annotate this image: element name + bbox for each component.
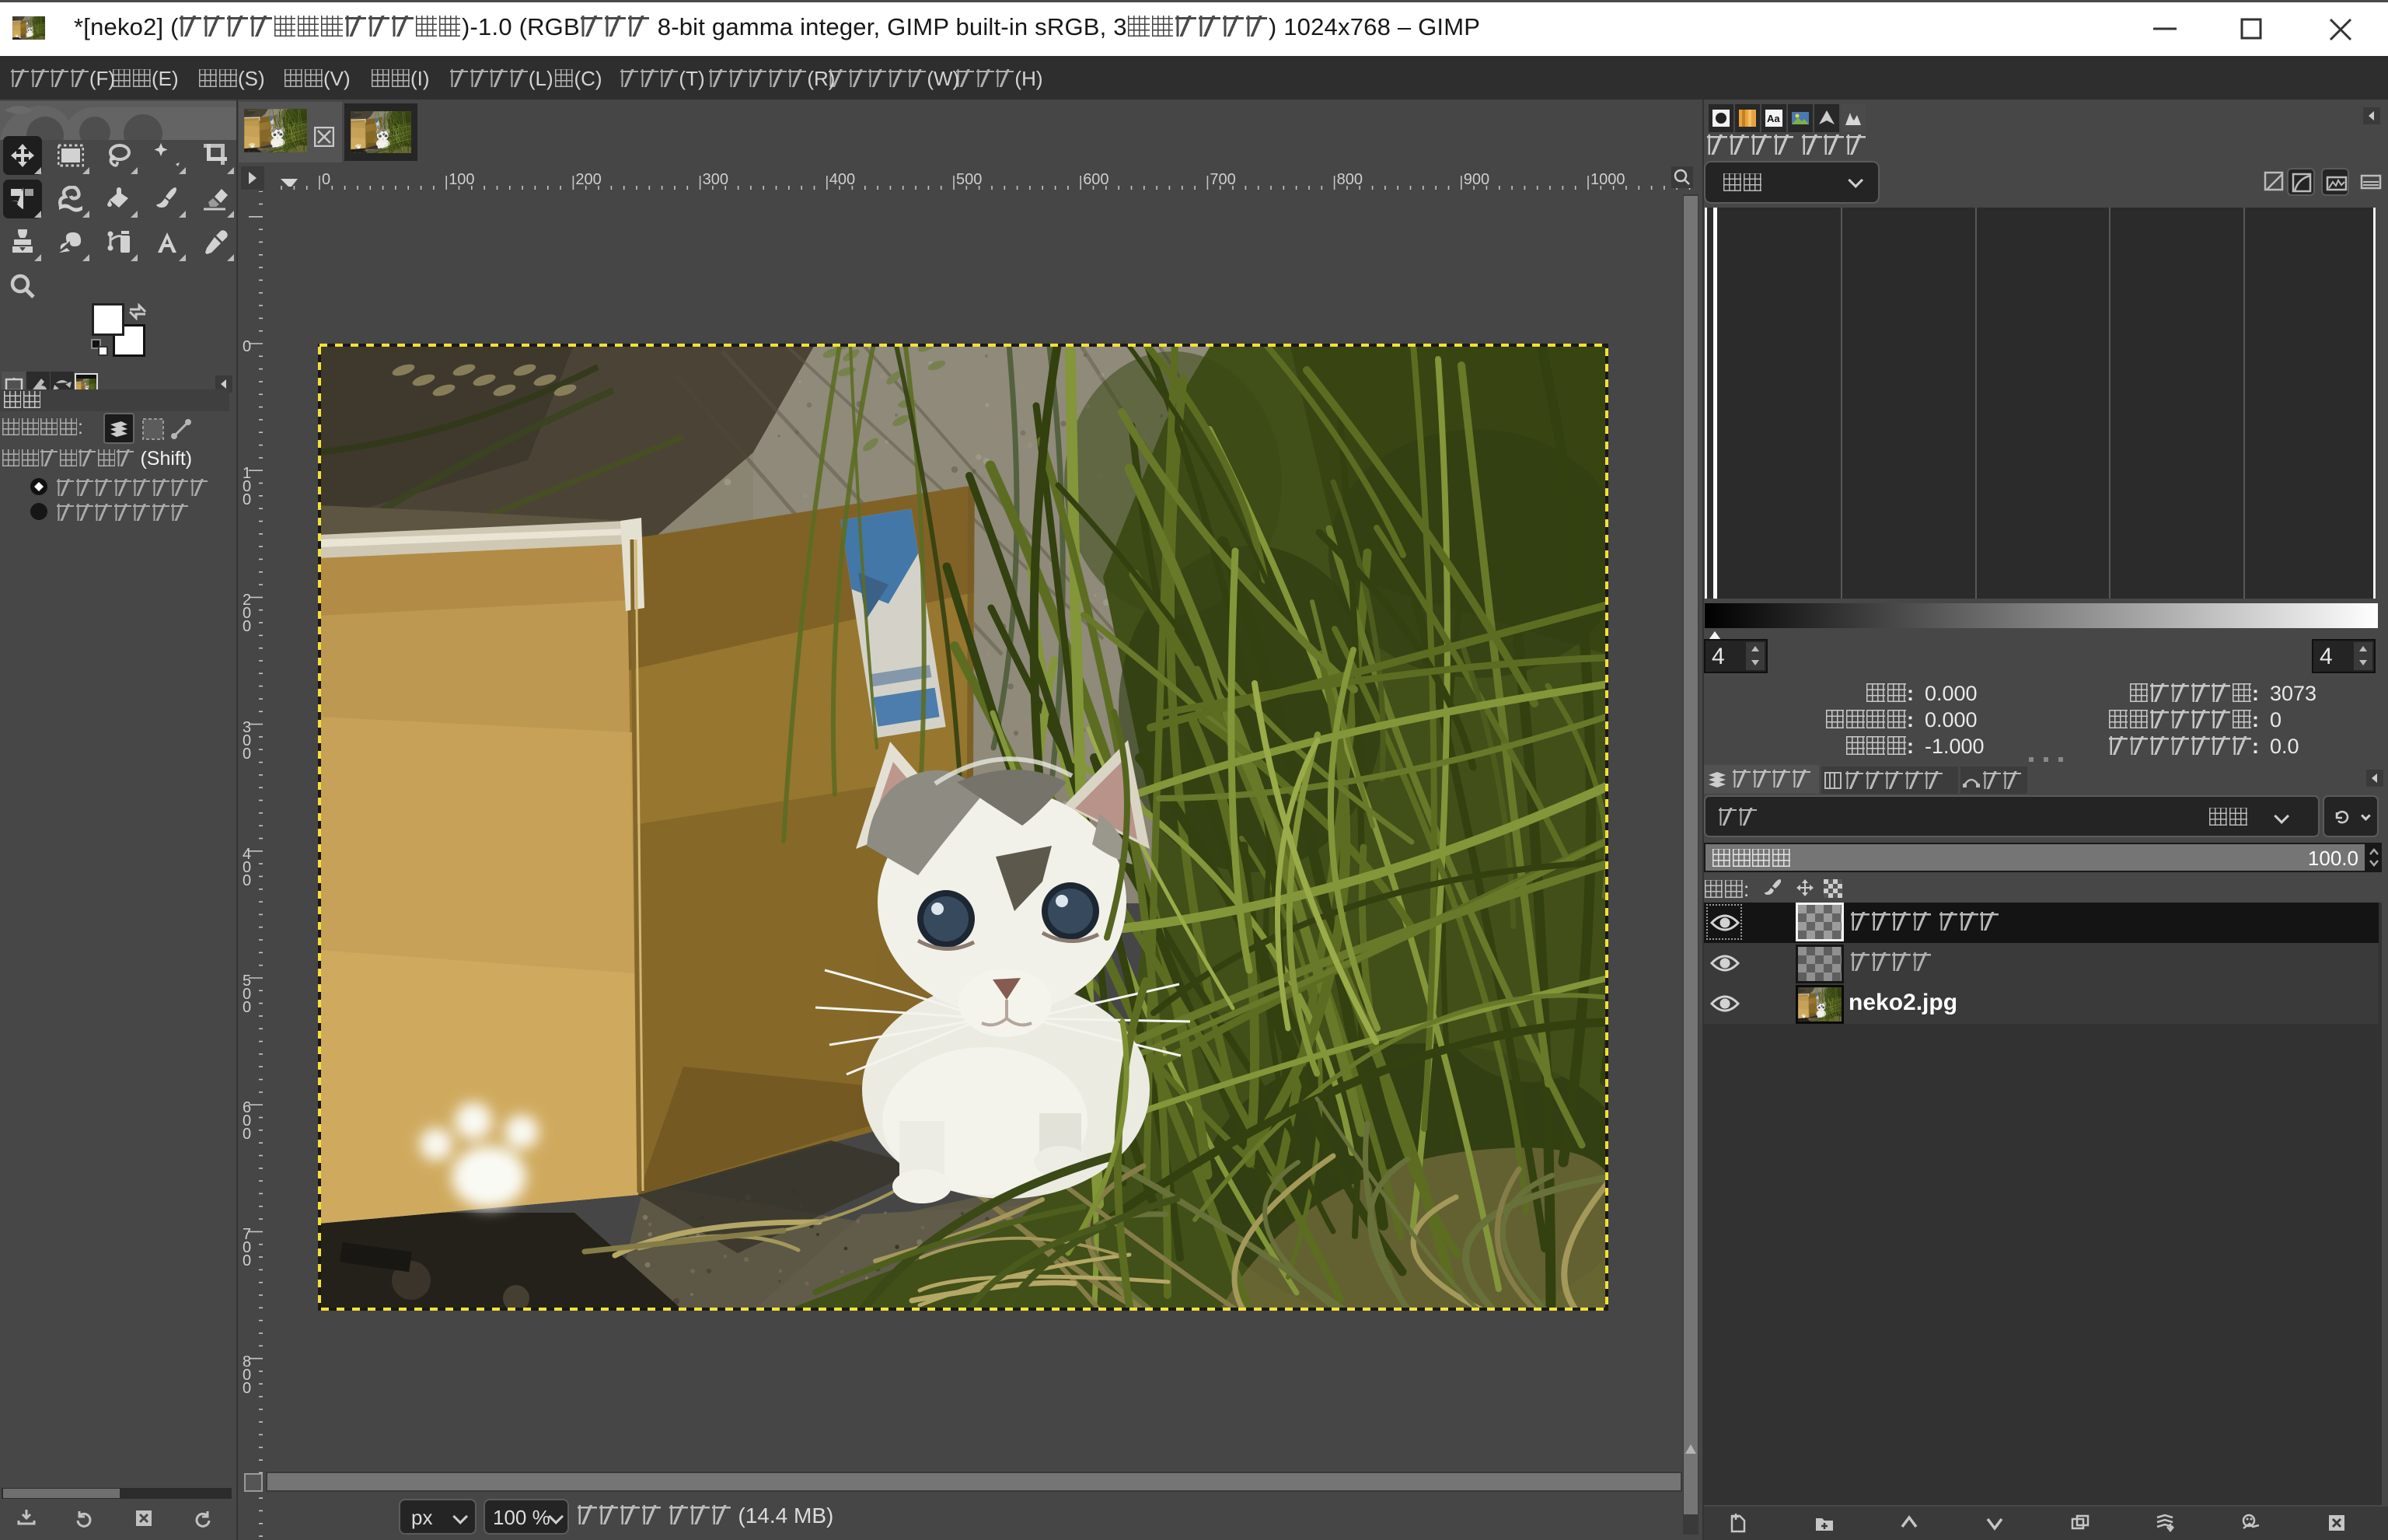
svg-text:200: 200 — [575, 171, 601, 188]
svg-text:900: 900 — [1464, 171, 1489, 188]
svg-text:0: 0 — [322, 171, 330, 188]
svg-text:1000: 1000 — [1590, 171, 1625, 188]
svg-text:600: 600 — [1083, 171, 1108, 188]
svg-text:100: 100 — [449, 171, 474, 188]
svg-text:0: 0 — [243, 491, 251, 508]
svg-text:300: 300 — [703, 171, 728, 188]
svg-text:0: 0 — [243, 1252, 251, 1269]
svg-text:0: 0 — [243, 999, 251, 1016]
svg-text:500: 500 — [956, 171, 982, 188]
svg-text:800: 800 — [1337, 171, 1363, 188]
svg-text:0: 0 — [243, 338, 251, 355]
svg-text:700: 700 — [1210, 171, 1235, 188]
svg-text:Aa: Aa — [1767, 113, 1780, 124]
svg-text:0: 0 — [243, 1380, 251, 1397]
svg-text:0: 0 — [243, 618, 251, 635]
svg-text:0: 0 — [243, 872, 251, 889]
svg-text:0: 0 — [243, 746, 251, 763]
svg-text:400: 400 — [829, 171, 855, 188]
svg-text:0: 0 — [243, 1126, 251, 1143]
